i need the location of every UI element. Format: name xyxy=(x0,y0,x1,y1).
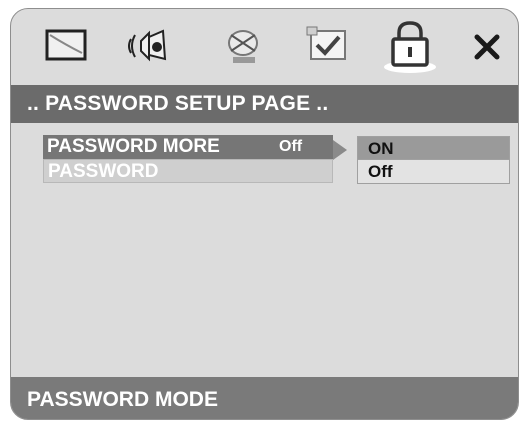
submenu-arrow-icon xyxy=(333,140,347,160)
lock-icon[interactable] xyxy=(379,19,441,75)
menu-item-password-more[interactable]: PASSWORD MORE Off xyxy=(43,135,333,159)
status-bar: PASSWORD MODE xyxy=(11,377,518,419)
monitor-icon[interactable] xyxy=(41,23,91,69)
menu-item-value: Off xyxy=(279,138,303,155)
dvd-setup-osd: .. PASSWORD SETUP PAGE .. PASSWORD MORE … xyxy=(10,8,519,420)
menu-item-password[interactable]: PASSWORD xyxy=(43,159,333,183)
dolby-icon[interactable] xyxy=(219,23,269,69)
page-title: .. PASSWORD SETUP PAGE .. xyxy=(11,85,518,123)
tab-icon-bar xyxy=(11,9,518,85)
menu-item-label: PASSWORD MORE xyxy=(47,136,220,157)
close-icon[interactable] xyxy=(465,23,509,69)
option-list: ON Off xyxy=(357,136,510,184)
option-on[interactable]: ON xyxy=(357,136,510,160)
speaker-icon[interactable] xyxy=(123,23,173,69)
preferences-icon[interactable] xyxy=(303,23,353,69)
option-off[interactable]: Off xyxy=(357,160,510,184)
password-setup-menu: PASSWORD MORE Off PASSWORD xyxy=(43,135,333,183)
menu-item-label: PASSWORD xyxy=(48,161,159,182)
